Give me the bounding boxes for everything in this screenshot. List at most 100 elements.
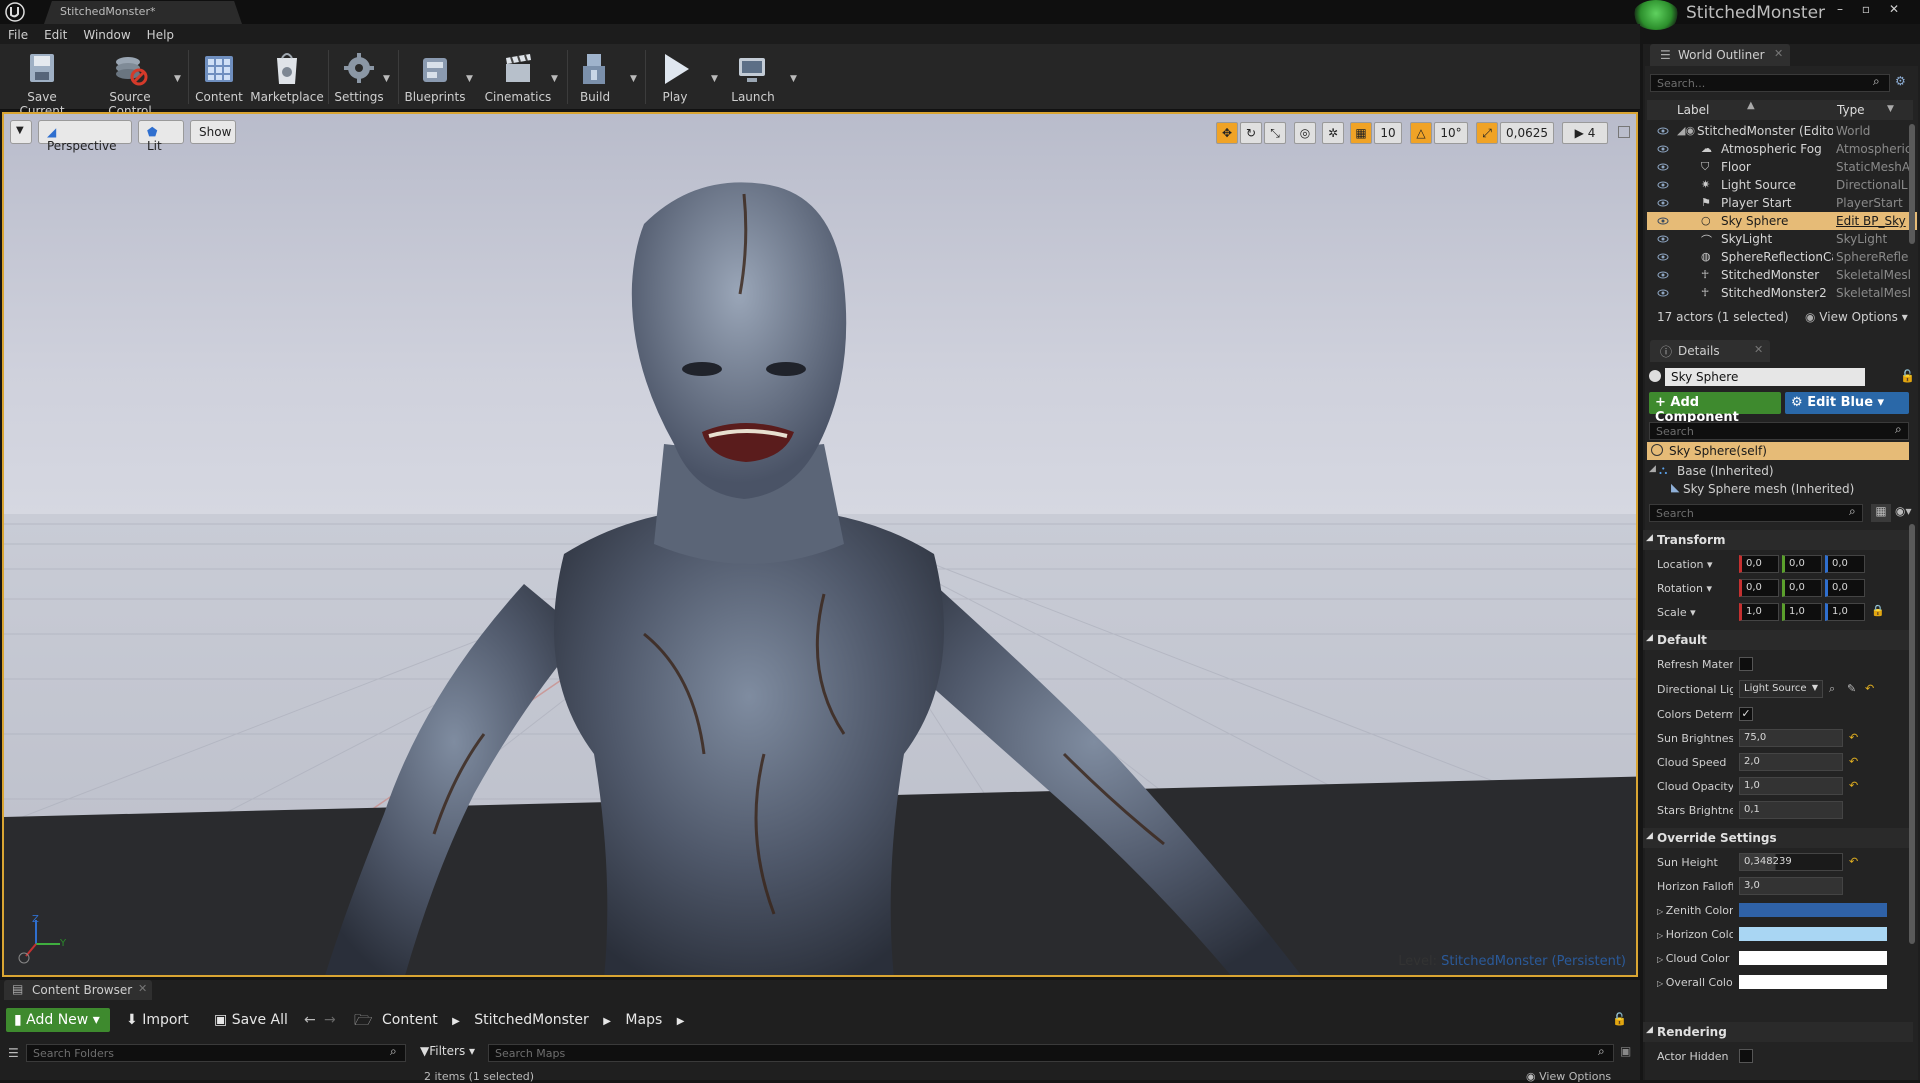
tab-details[interactable]: ⓘ Details ✕ <box>1650 340 1770 362</box>
browse-icon[interactable]: ⌕ <box>1829 682 1835 696</box>
location-x-field[interactable]: 0,0 <box>1739 555 1779 573</box>
scale-lock-icon[interactable]: 🔒 <box>1871 604 1885 617</box>
scale-mode-icon[interactable]: ⤡ <box>1264 122 1286 144</box>
forward-arrow-icon[interactable]: → <box>324 1012 336 1028</box>
visibility-eye-icon[interactable] <box>1657 179 1669 191</box>
colors-determined-checkbox[interactable]: ✓ <box>1739 707 1753 721</box>
save-search-icon[interactable]: ▣ <box>1620 1044 1631 1058</box>
filters-button[interactable]: ▼Filters ▾ <box>420 1044 482 1062</box>
location-z-field[interactable]: 0,0 <box>1825 555 1865 573</box>
scale-label[interactable]: Scale ▾ <box>1657 606 1733 619</box>
add-new-button[interactable]: ▮ Add New ▾ <box>6 1008 110 1032</box>
rotation-label[interactable]: Rotation ▾ <box>1657 582 1733 595</box>
source-control-dropdown-icon[interactable]: ▼ <box>174 74 181 84</box>
save-current-button[interactable]: Save Current <box>4 48 80 118</box>
directional-light-select[interactable]: Light Source ▼ <box>1739 680 1823 698</box>
close-tab-icon[interactable]: ✕ <box>1754 343 1763 356</box>
crumb-separator-icon[interactable]: ▶ <box>452 1016 460 1027</box>
unreal-logo-icon[interactable] <box>4 2 26 22</box>
transform-section-header[interactable]: ◢ Transform <box>1643 530 1913 550</box>
outliner-row-atmospheric-fog[interactable]: ☁ Atmospheric Fog AtmosphericF <box>1647 140 1917 158</box>
expand-arrow-icon[interactable]: ▷ <box>1657 979 1666 988</box>
maximize-button[interactable]: ▫ <box>1856 2 1876 18</box>
scale-y-field[interactable]: 1,0 <box>1782 603 1822 621</box>
rotation-snap-icon[interactable]: △ <box>1410 122 1432 144</box>
maximize-viewport-icon[interactable] <box>1618 126 1630 138</box>
world-space-icon[interactable]: ◎ <box>1294 122 1316 144</box>
refresh-material-checkbox[interactable] <box>1739 657 1753 671</box>
crumb-stitchedmonster[interactable]: StitchedMonster <box>474 1012 589 1028</box>
visibility-eye-icon[interactable] <box>1657 215 1669 227</box>
outliner-row-floor[interactable]: ⛉ Floor StaticMeshA <box>1647 158 1917 176</box>
menu-window[interactable]: Window <box>75 25 138 42</box>
blueprints-button[interactable]: Blueprints <box>402 48 468 108</box>
location-y-field[interactable]: 0,0 <box>1782 555 1822 573</box>
visibility-eye-icon[interactable] <box>1657 251 1669 263</box>
level-viewport[interactable]: ▼ ◢ Perspective ⬟ Lit Show ✥ ↻ ⤡ ◎ ✲ ▦ 1… <box>2 112 1638 977</box>
import-button[interactable]: ⬇ Import <box>118 1008 202 1032</box>
outliner-row-skylight[interactable]: ⌒ SkyLight SkyLight <box>1647 230 1917 248</box>
actor-hidden-checkbox[interactable] <box>1739 1049 1753 1063</box>
close-button[interactable]: ✕ <box>1884 2 1904 18</box>
tab-world-outliner[interactable]: ☰ World Outliner ✕ <box>1650 44 1790 66</box>
marketplace-button[interactable]: Marketplace <box>250 48 324 108</box>
build-button[interactable]: Build <box>572 48 618 108</box>
sources-toggle-icon[interactable]: ☰ <box>8 1046 19 1060</box>
reset-to-default-icon[interactable]: ↶ <box>1865 682 1874 695</box>
details-scrollbar[interactable] <box>1909 524 1915 944</box>
outliner-row-light-source[interactable]: ✷ Light Source DirectionalL <box>1647 176 1917 194</box>
grid-snap-value[interactable]: 10 <box>1374 122 1402 144</box>
crumb-separator-icon[interactable]: ▶ <box>603 1016 611 1027</box>
rotate-mode-icon[interactable]: ↻ <box>1240 122 1262 144</box>
sun-height-field[interactable]: 0,348239 <box>1739 853 1843 871</box>
search-folders-input[interactable]: Search Folders <box>26 1044 406 1062</box>
play-button[interactable]: Play <box>650 48 700 108</box>
outliner-row-world[interactable]: ◢◉ StitchedMonster (Edito World <box>1647 122 1917 140</box>
component-self-row[interactable]: Sky Sphere(self) <box>1647 442 1909 460</box>
rendering-section-header[interactable]: ◢ Rendering <box>1643 1022 1913 1042</box>
surface-snap-icon[interactable]: ✲ <box>1322 122 1344 144</box>
outliner-scrollbar[interactable] <box>1909 124 1915 244</box>
edit-blueprint-link[interactable]: Edit BP_Sky <box>1836 214 1914 228</box>
save-all-button[interactable]: ▣ Save All <box>206 1008 296 1032</box>
reset-to-default-icon[interactable]: ↶ <box>1849 855 1858 868</box>
outliner-row-sky-sphere[interactable]: ○ Sky Sphere Edit BP_Sky <box>1647 212 1917 230</box>
add-component-button[interactable]: + Add Component <box>1649 392 1781 425</box>
blueprints-dropdown-icon[interactable]: ▼ <box>466 74 473 84</box>
launch-dropdown-icon[interactable]: ▼ <box>790 74 797 84</box>
grid-snap-icon[interactable]: ▦ <box>1350 122 1372 144</box>
cloud-color-swatch[interactable] <box>1739 951 1887 965</box>
expand-arrow-icon[interactable]: ▷ <box>1657 907 1666 916</box>
visibility-eye-icon[interactable] <box>1657 161 1669 173</box>
rotation-snap-value[interactable]: 10° <box>1434 122 1468 144</box>
visibility-eye-icon[interactable] <box>1657 287 1669 299</box>
settings-dropdown-icon[interactable]: ▼ <box>383 74 390 84</box>
reset-to-default-icon[interactable]: ↶ <box>1849 731 1858 744</box>
visibility-filter-icon[interactable]: ◉▾ <box>1895 504 1912 518</box>
visibility-eye-icon[interactable] <box>1657 143 1669 155</box>
scale-z-field[interactable]: 1,0 <box>1825 603 1865 621</box>
outliner-row-sphere-reflection[interactable]: ◍ SphereReflectionCap SphereRefle <box>1647 248 1917 266</box>
crumb-content[interactable]: Content <box>382 1012 438 1028</box>
lock-icon[interactable]: 🔓 <box>1612 1012 1627 1026</box>
reset-to-default-icon[interactable]: ↶ <box>1849 755 1858 768</box>
cb-view-options-button[interactable]: ◉ View Options <box>1526 1070 1611 1083</box>
close-tab-icon[interactable]: ✕ <box>1774 47 1783 60</box>
camera-speed-button[interactable]: ▶ 4 <box>1562 122 1608 144</box>
stitched-monster-model[interactable] <box>4 114 1638 977</box>
default-section-header[interactable]: ◢ Default <box>1643 630 1913 650</box>
reset-to-default-icon[interactable]: ↶ <box>1849 779 1858 792</box>
scale-x-field[interactable]: 1,0 <box>1739 603 1779 621</box>
property-matrix-icon[interactable]: ▦ <box>1871 504 1891 522</box>
perspective-button[interactable]: ◢ Perspective <box>38 120 132 153</box>
launch-button[interactable]: Launch <box>726 48 780 108</box>
outliner-search-input[interactable]: Search... <box>1650 74 1890 92</box>
stars-brightness-field[interactable]: 0,1 <box>1739 801 1843 819</box>
object-name-field[interactable]: Sky Sphere <box>1665 368 1865 386</box>
outliner-row-player-start[interactable]: ⚑ Player Start PlayerStart <box>1647 194 1917 212</box>
horizon-color-swatch[interactable] <box>1739 927 1887 941</box>
column-type-header[interactable]: Type <box>1837 103 1865 117</box>
visibility-eye-icon[interactable] <box>1657 233 1669 245</box>
sun-brightness-field[interactable]: 75,0 <box>1739 729 1843 747</box>
folder-icon[interactable]: 🗁 <box>354 1010 373 1035</box>
